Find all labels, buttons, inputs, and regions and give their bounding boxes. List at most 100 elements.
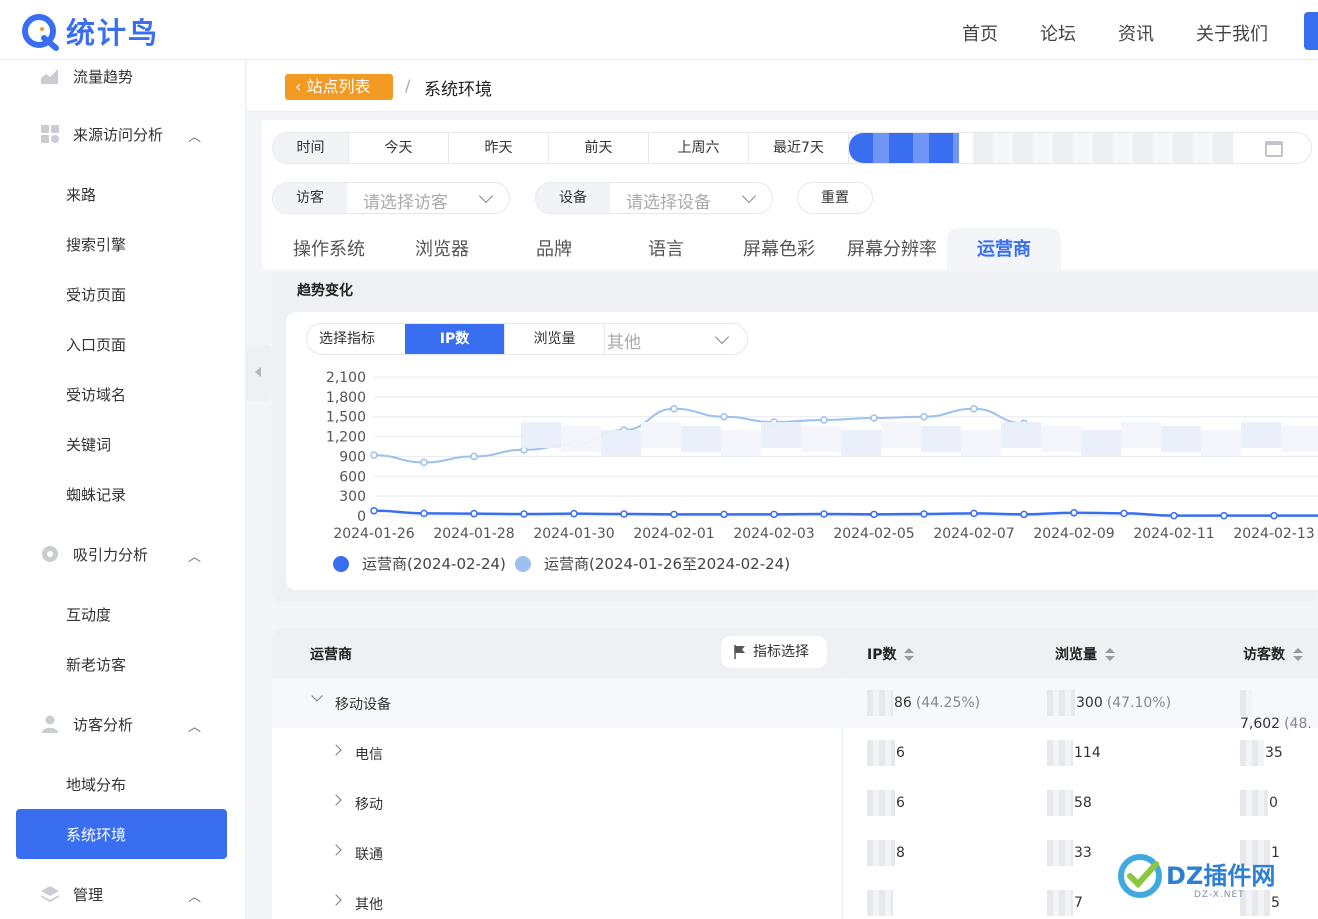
table-row[interactable]: 移动 6 58 0	[272, 778, 1318, 828]
sidebar-item-system-env[interactable]: 系统环境	[16, 809, 227, 859]
tab-screen-color[interactable]: 屏幕色彩	[743, 228, 815, 272]
time-filter-label: 时间	[273, 133, 349, 163]
masked-region	[1281, 426, 1318, 452]
masked-value	[1240, 690, 1252, 716]
sidebar-group-attract[interactable]: 吸引力分析 ︿	[0, 534, 246, 574]
sort-icon[interactable]	[1293, 648, 1303, 662]
row-name: 联通	[355, 847, 383, 863]
sort-icon[interactable]	[904, 648, 915, 662]
ip-cell: 6	[867, 740, 905, 766]
data-point	[1020, 510, 1028, 519]
masked-value	[867, 740, 895, 766]
y-tick-label: 600	[339, 469, 366, 485]
ip-cell	[867, 890, 894, 916]
data-point	[670, 405, 678, 413]
watermark: DZ插件网 DZ-X.NET	[1116, 850, 1316, 910]
reset-button[interactable]: 重置	[797, 182, 873, 214]
time-option-yesterday[interactable]: 昨天	[449, 133, 549, 163]
calendar-icon[interactable]	[1265, 141, 1283, 157]
nav-forum[interactable]: 论坛	[1040, 20, 1076, 46]
nav-news[interactable]: 资讯	[1118, 20, 1154, 46]
tab-screen-resolution[interactable]: 屏幕分辨率	[847, 228, 937, 272]
data-point	[1070, 508, 1078, 517]
chevron-right-icon[interactable]	[330, 794, 342, 806]
sidebar-item-visited-pages[interactable]: 受访页面	[66, 284, 126, 306]
table-row[interactable]: 电信 6 114 35	[272, 728, 1318, 778]
time-option-last-7-days[interactable]: 最近7天	[749, 133, 849, 163]
col-header-pv[interactable]: 浏览量	[1055, 644, 1115, 664]
y-tick-label: 2,100	[326, 370, 366, 386]
chart-card: 选择指标 IP数 浏览量 其他 2,100 1,800 1,500 1,200 900 6…	[286, 312, 1318, 590]
device-select-placeholder: 请选择设备	[626, 193, 711, 213]
data-point	[920, 412, 928, 421]
metric-select-button[interactable]: 指标选择	[721, 636, 827, 668]
tab-language[interactable]: 语言	[648, 228, 684, 272]
user-icon	[42, 715, 58, 733]
nav-home[interactable]: 首页	[962, 20, 998, 46]
uv-value: 35	[1265, 745, 1283, 761]
login-button[interactable]	[1304, 12, 1318, 50]
x-tick-label: 2024-02-09	[1033, 526, 1114, 542]
uv-cell: 7,602 (48.	[1240, 690, 1318, 732]
tab-carrier[interactable]: 运营商	[947, 228, 1061, 272]
time-option-today[interactable]: 今天	[349, 133, 449, 163]
sidebar-item-search-engine[interactable]: 搜索引擎	[66, 234, 126, 256]
tab-browser[interactable]: 浏览器	[415, 228, 469, 272]
y-tick-label: 300	[339, 489, 366, 505]
col-header-uv[interactable]: 访客数	[1243, 644, 1303, 664]
watermark-subtext: DZ-X.NET	[1194, 890, 1245, 900]
sidebar-group-visitor[interactable]: 访客分析 ︿	[0, 704, 246, 744]
sidebar-collapse-handle[interactable]	[246, 345, 272, 401]
sidebar-item-entry-pages[interactable]: 入口页面	[66, 334, 126, 356]
chevron-down-icon[interactable]	[311, 690, 323, 702]
pv-value: 114	[1074, 745, 1101, 761]
logo[interactable]: 统计鸟	[20, 10, 159, 52]
masked-region	[881, 422, 921, 448]
grid-icon	[41, 125, 59, 143]
table-row[interactable]: 移动设备 86 (44.25%) 300 (47.10%) 7,602 (48.	[272, 678, 1318, 732]
sort-icon[interactable]	[1105, 648, 1115, 662]
trend-title: 趋势变化	[297, 283, 353, 299]
sidebar-group-source[interactable]: 来源访问分析 ︿	[0, 114, 246, 154]
date-range-input[interactable]	[973, 133, 1233, 163]
time-option-last-saturday[interactable]: 上周六	[649, 133, 749, 163]
chevron-down-icon	[478, 188, 494, 204]
date-range-selected[interactable]	[849, 133, 959, 163]
tab-os[interactable]: 操作系统	[293, 228, 365, 272]
data-point	[870, 510, 878, 519]
sidebar-group-manage[interactable]: 管理 ︿	[0, 874, 246, 914]
y-tick-label: 1,200	[326, 430, 366, 446]
sidebar-item-region[interactable]: 地域分布	[66, 774, 126, 796]
visitor-filter-label: 访客	[273, 183, 347, 213]
chevron-right-icon[interactable]	[330, 744, 342, 756]
device-filter[interactable]: 设备 请选择设备	[535, 182, 773, 214]
sidebar-item-keywords[interactable]: 关键词	[66, 434, 111, 456]
chevron-left-icon: ‹	[295, 77, 307, 96]
sidebar-item-spider[interactable]: 蜘蛛记录	[66, 484, 126, 506]
chevron-right-icon[interactable]	[330, 844, 342, 856]
data-point	[520, 510, 528, 518]
back-to-site-list-button[interactable]: ‹ 站点列表	[285, 74, 393, 100]
col-header-ip[interactable]: IP数	[867, 644, 915, 664]
tab-brand[interactable]: 品牌	[536, 228, 572, 272]
time-option-day-before[interactable]: 前天	[549, 133, 649, 163]
visitor-filter[interactable]: 访客 请选择访客	[272, 182, 510, 214]
masked-value	[1047, 740, 1073, 766]
data-point	[470, 509, 478, 518]
sidebar-item-traffic[interactable]: 流量趋势	[0, 56, 246, 96]
chevron-up-icon: ︿	[188, 720, 202, 735]
nav-about[interactable]: 关于我们	[1196, 20, 1268, 46]
legend-label: 运营商(2024-01-26至2024-02-24)	[544, 555, 790, 573]
sidebar-group-label: 来源访问分析	[73, 126, 164, 144]
masked-region	[721, 430, 761, 456]
sidebar-item-referrer[interactable]: 来路	[66, 184, 96, 206]
trend-panel: 趋势变化 选择指标 IP数 浏览量 其他 2,100 1,800 1,500 1,20…	[272, 272, 1318, 602]
data-point	[470, 452, 478, 461]
y-tick-label: 1,500	[326, 410, 366, 426]
sidebar-item-interaction[interactable]: 互动度	[66, 604, 111, 626]
masked-region	[1001, 422, 1041, 448]
sidebar-item-new-returning[interactable]: 新老访客	[66, 654, 126, 676]
sidebar-item-domains[interactable]: 受访域名	[66, 384, 126, 406]
time-filter: 时间 今天 昨天 前天 上周六 最近7天	[272, 132, 1312, 164]
chevron-right-icon[interactable]	[330, 894, 342, 906]
